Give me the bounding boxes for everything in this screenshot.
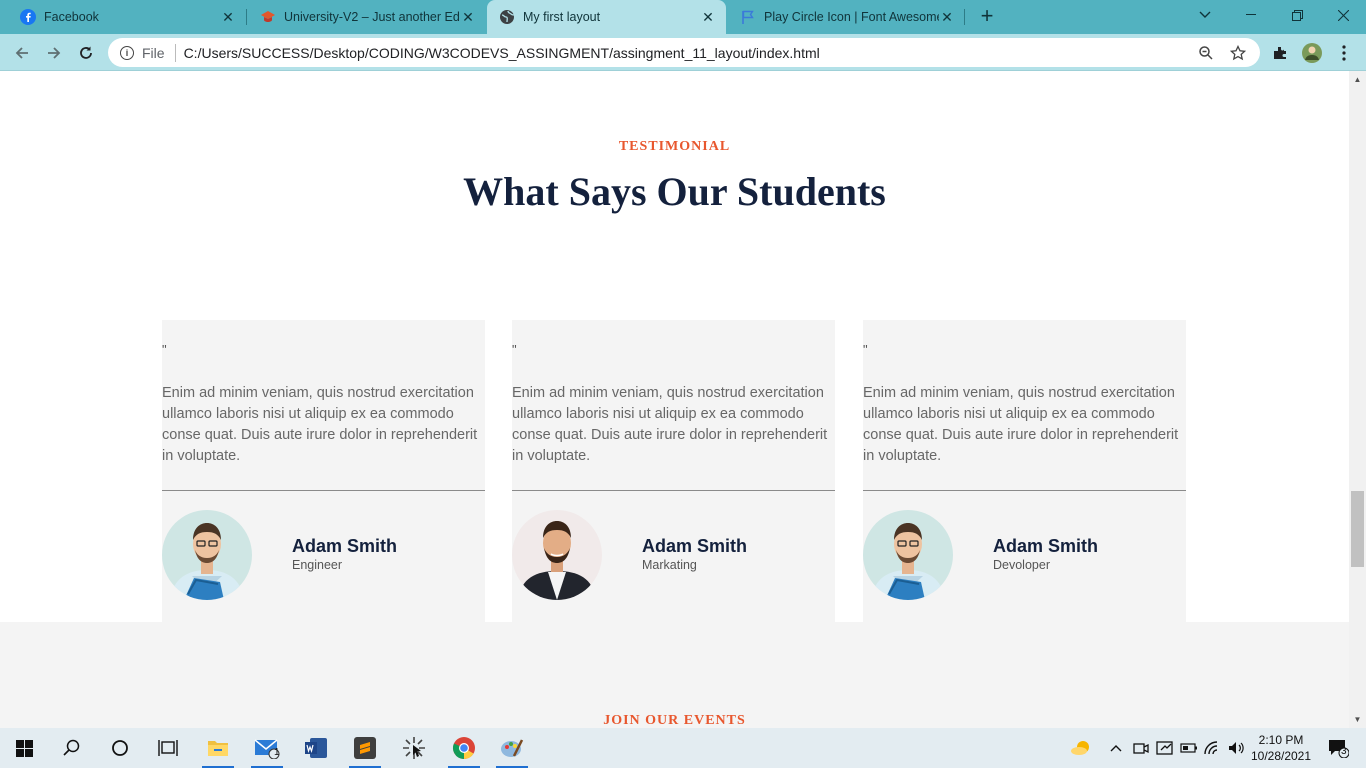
tab-my-first-layout[interactable]: My first layout ✕ — [487, 0, 726, 34]
tab-title: My first layout — [523, 10, 601, 24]
weather-icon[interactable] — [1068, 728, 1094, 768]
events-tag: JOIN OUR EVENTS — [603, 713, 746, 728]
close-tab-icon[interactable]: ✕ — [460, 9, 476, 25]
flag-icon — [740, 9, 756, 25]
tab-font-awesome[interactable]: Play Circle Icon | Font Awesome ✕ — [720, 0, 965, 34]
student-role: Devoloper — [993, 558, 1050, 572]
student-name: Adam Smith — [642, 536, 748, 556]
sublime-text-icon[interactable] — [341, 728, 389, 768]
testimonial-card: " Enim ad minim veniam, quis nostrud exe… — [863, 320, 1186, 622]
tab-title: Facebook — [44, 10, 99, 24]
student-avatar — [512, 510, 602, 600]
quote-mark: " — [162, 342, 167, 357]
tab-search-icon[interactable] — [1182, 0, 1228, 30]
meet-now-icon[interactable] — [1130, 728, 1152, 768]
globe-icon — [499, 9, 515, 25]
clock-date: 10/28/2021 — [1250, 749, 1312, 763]
minimize-button[interactable] — [1228, 0, 1274, 30]
file-explorer-icon[interactable] — [194, 728, 242, 768]
info-icon[interactable]: i — [120, 45, 134, 60]
student-name: Adam Smith — [292, 536, 398, 556]
chrome-menu-icon[interactable] — [1332, 41, 1356, 65]
wifi-icon[interactable] — [1202, 728, 1224, 768]
browser-tab-strip: Facebook ✕ University-V2 – Just another … — [0, 0, 1366, 34]
windows-taskbar: 1 2:10 PM 10/28/2021 3 — [0, 728, 1366, 768]
scroll-thumb[interactable] — [1351, 491, 1364, 567]
notification-count: 3 — [1341, 746, 1347, 757]
forward-button[interactable] — [40, 39, 68, 67]
search-icon[interactable] — [48, 728, 96, 768]
student-avatar — [162, 510, 252, 600]
testimonial-text: Enim ad minim veniam, quis nostrud exerc… — [162, 385, 478, 464]
bookmark-star-icon[interactable] — [1228, 43, 1248, 63]
new-tab-button[interactable]: + — [976, 5, 998, 28]
volume-icon[interactable] — [1226, 728, 1248, 768]
testimonial-tag: TESTIMONIAL — [618, 139, 731, 154]
testimonial-heading: What Says Our Students — [463, 169, 886, 214]
close-tab-icon[interactable]: ✕ — [939, 9, 955, 25]
tab-title: University-V2 – Just another Edu — [284, 10, 460, 24]
url-text[interactable]: C:/Users/SUCCESS/Desktop/CODING/W3CODEVS… — [184, 45, 1196, 61]
tab-title: Play Circle Icon | Font Awesome — [764, 10, 939, 24]
close-tab-icon[interactable]: ✕ — [220, 9, 236, 25]
browser-toolbar: i File C:/Users/SUCCESS/Desktop/CODING/W… — [0, 34, 1366, 71]
notification-icon[interactable]: 3 — [1318, 728, 1358, 768]
task-view-icon[interactable] — [144, 728, 192, 768]
university-icon — [260, 9, 276, 25]
tab-university[interactable]: University-V2 – Just another Edu ✕ — [240, 0, 486, 34]
page-viewport: TESTIMONIAL What Says Our Students " Eni… — [0, 71, 1349, 728]
divider — [512, 490, 835, 491]
student-name: Adam Smith — [993, 536, 1099, 556]
system-clock[interactable]: 2:10 PM 10/28/2021 — [1248, 732, 1314, 764]
facebook-icon — [20, 9, 36, 25]
screen-recorder-icon[interactable] — [390, 728, 438, 768]
paint-icon[interactable] — [488, 728, 536, 768]
page-scrollbar[interactable]: ▲ ▼ — [1349, 71, 1366, 728]
quote-mark: " — [512, 342, 517, 357]
close-tab-icon[interactable]: ✕ — [700, 9, 716, 25]
reload-button[interactable] — [72, 39, 100, 67]
divider — [863, 490, 1186, 491]
projector-icon[interactable] — [1154, 728, 1176, 768]
divider — [174, 43, 176, 62]
extensions-icon[interactable] — [1268, 41, 1292, 65]
student-role: Markating — [642, 558, 697, 572]
back-button[interactable] — [8, 39, 36, 67]
zoom-icon[interactable] — [1196, 43, 1216, 63]
student-avatar — [863, 510, 953, 600]
scheme-label: File — [142, 44, 165, 61]
battery-icon[interactable] — [1178, 728, 1200, 768]
clock-time: 2:10 PM — [1258, 733, 1304, 747]
mail-badge: 1 — [274, 747, 280, 758]
mail-icon[interactable]: 1 — [243, 728, 291, 768]
testimonial-text: Enim ad minim veniam, quis nostrud exerc… — [512, 385, 828, 464]
testimonial-card: " Enim ad minim veniam, quis nostrud exe… — [162, 320, 485, 622]
profile-avatar-icon[interactable] — [1300, 41, 1324, 65]
windows-start-icon[interactable] — [0, 728, 48, 768]
chrome-icon[interactable] — [440, 728, 488, 768]
testimonial-text: Enim ad minim veniam, quis nostrud exerc… — [863, 385, 1179, 464]
scroll-down-icon[interactable]: ▼ — [1349, 711, 1366, 728]
chevron-up-icon[interactable] — [1106, 728, 1126, 768]
quote-mark: " — [863, 342, 868, 357]
testimonial-card: " Enim ad minim veniam, quis nostrud exe… — [512, 320, 835, 622]
restore-button[interactable] — [1274, 0, 1320, 30]
tab-facebook[interactable]: Facebook ✕ — [0, 0, 246, 34]
divider — [162, 490, 485, 491]
scroll-up-icon[interactable]: ▲ — [1349, 71, 1366, 88]
word-icon[interactable] — [292, 728, 340, 768]
address-bar[interactable]: i File C:/Users/SUCCESS/Desktop/CODING/W… — [108, 38, 1260, 67]
cortana-icon[interactable] — [96, 728, 144, 768]
student-role: Engineer — [292, 558, 343, 572]
tab-separator — [964, 9, 965, 25]
close-window-button[interactable] — [1320, 0, 1366, 30]
events-section: JOIN OUR EVENTS — [0, 622, 1349, 728]
